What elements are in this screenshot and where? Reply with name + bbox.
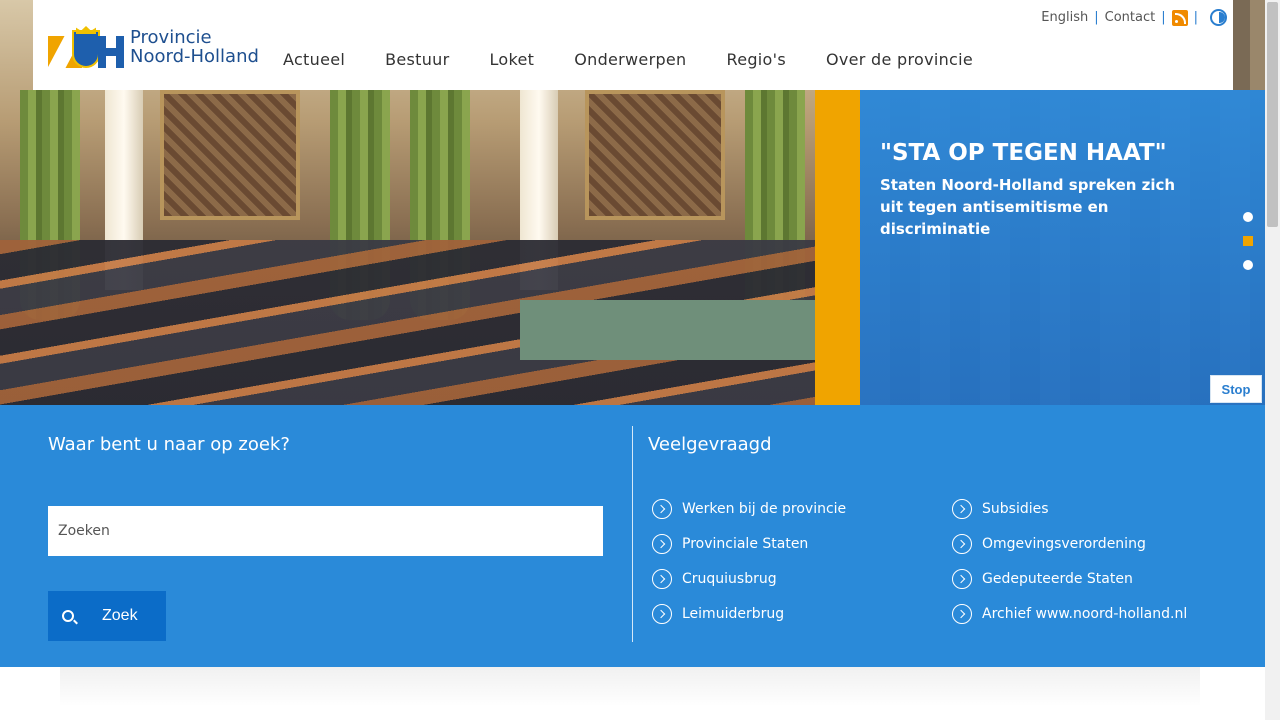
contact-link[interactable]: Contact	[1105, 10, 1156, 25]
nav-regios[interactable]: Regio's	[727, 50, 786, 69]
separator: |	[1161, 10, 1166, 25]
main-nav: Actueel Bestuur Loket Onderwerpen Regio'…	[283, 50, 1013, 69]
search-button[interactable]: Zoek	[48, 591, 166, 641]
utility-links: English | Contact | |	[1041, 9, 1227, 26]
nav-over-de-provincie[interactable]: Over de provincie	[826, 50, 973, 69]
chevron-right-icon	[952, 534, 972, 554]
faq-heading: Veelgevraagd	[648, 434, 772, 455]
faq-link-cruquiusbrug[interactable]: Cruquiusbrug	[652, 569, 777, 589]
search-heading: Waar bent u naar op zoek?	[48, 434, 290, 455]
rss-icon[interactable]	[1171, 9, 1188, 26]
faq-link-subsidies[interactable]: Subsidies	[952, 499, 1049, 519]
nav-onderwerpen[interactable]: Onderwerpen	[574, 50, 686, 69]
chevron-right-icon	[652, 534, 672, 554]
faq-link-leimuiderbrug[interactable]: Leimuiderbrug	[652, 604, 784, 624]
hero-accent-band	[815, 90, 860, 405]
faq-link-provinciale-staten[interactable]: Provinciale Staten	[652, 534, 808, 554]
nav-loket[interactable]: Loket	[490, 50, 535, 69]
faq-link-gedeputeerde-staten[interactable]: Gedeputeerde Staten	[952, 569, 1133, 589]
carousel-dot-1[interactable]	[1243, 212, 1253, 222]
section-divider	[632, 426, 633, 642]
carousel-stop-button[interactable]: Stop	[1210, 375, 1262, 403]
tapestry-decoration	[160, 90, 300, 220]
chevron-right-icon	[652, 499, 672, 519]
logo-line-2: Noord-Holland	[130, 46, 259, 67]
carousel-dot-3[interactable]	[1243, 260, 1253, 270]
hero-title[interactable]: "STA OP TEGEN HAAT"	[880, 140, 1240, 166]
carpet	[520, 300, 815, 360]
nav-bestuur[interactable]: Bestuur	[385, 50, 449, 69]
faq-link-label: Subsidies	[982, 501, 1049, 517]
province-logo-icon	[48, 26, 124, 68]
separator: |	[1094, 10, 1099, 25]
faq-link-label: Leimuiderbrug	[682, 606, 785, 622]
faq-link-label: Provinciale Staten	[682, 536, 809, 552]
hero-subtitle[interactable]: Staten Noord-Holland spreken zich uit te…	[880, 174, 1200, 240]
chevron-right-icon	[652, 604, 672, 624]
chevron-right-icon	[952, 604, 972, 624]
separator: |	[1193, 10, 1198, 25]
site-logo[interactable]: Provincie Noord-Holland	[48, 26, 259, 68]
contrast-icon[interactable]	[1210, 9, 1227, 26]
scrollbar-thumb[interactable]	[1267, 2, 1278, 227]
search-input[interactable]	[48, 506, 603, 556]
chevron-right-icon	[652, 569, 672, 589]
faq-link-label: Omgevingsverordening	[982, 536, 1146, 552]
search-icon	[62, 610, 74, 622]
faq-link-archief[interactable]: Archief www.noord-holland.nl	[952, 604, 1187, 624]
content-shadow	[60, 667, 1200, 707]
faq-link-omgevingsverordening[interactable]: Omgevingsverordening	[952, 534, 1146, 554]
logo-line-1: Provincie	[130, 27, 212, 48]
english-link[interactable]: English	[1041, 10, 1088, 25]
faq-link-label: Archief www.noord-holland.nl	[982, 606, 1188, 622]
hero-text-panel	[860, 90, 1265, 405]
chevron-right-icon	[952, 499, 972, 519]
site-header: Provincie Noord-Holland Actueel Bestuur …	[33, 0, 1233, 90]
tapestry-decoration	[585, 90, 725, 220]
carousel-dot-2[interactable]	[1243, 236, 1253, 246]
faq-link-label: Cruquiusbrug	[682, 571, 777, 587]
logo-text: Provincie Noord-Holland	[130, 28, 259, 66]
chevron-right-icon	[952, 569, 972, 589]
faq-link-label: Gedeputeerde Staten	[982, 571, 1133, 587]
faq-link-werken[interactable]: Werken bij de provincie	[652, 499, 846, 519]
nav-actueel[interactable]: Actueel	[283, 50, 345, 69]
search-button-label: Zoek	[102, 607, 138, 624]
page-scrollbar[interactable]	[1265, 0, 1280, 720]
faq-link-label: Werken bij de provincie	[682, 501, 847, 517]
